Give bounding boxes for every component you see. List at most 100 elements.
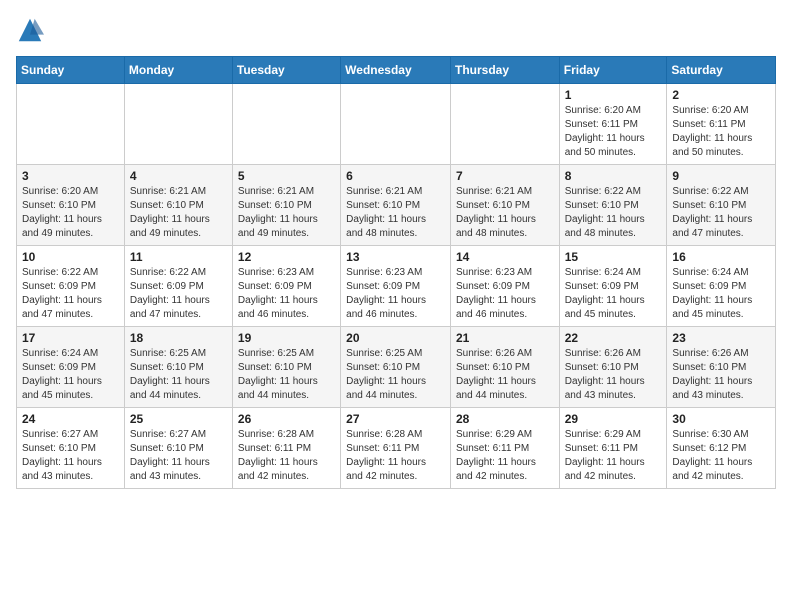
day-info: Sunrise: 6:22 AM Sunset: 6:10 PM Dayligh… bbox=[672, 185, 770, 241]
day-number: 19 bbox=[238, 331, 335, 345]
day-info: Sunrise: 6:29 AM Sunset: 6:11 PM Dayligh… bbox=[456, 428, 554, 484]
calendar-cell: 3Sunrise: 6:20 AM Sunset: 6:10 PM Daylig… bbox=[17, 165, 125, 246]
calendar-cell: 21 Sunrise: 6:26 AM Sunset: 6:10 PM Dayli… bbox=[450, 327, 559, 408]
calendar-cell bbox=[17, 84, 125, 165]
calendar-cell: 23 Sunrise: 6:26 AM Sunset: 6:10 PM Dayli… bbox=[667, 327, 776, 408]
calendar-cell: 4 Sunrise: 6:21 AM Sunset: 6:10 PM Daylig… bbox=[124, 165, 232, 246]
day-info: Sunrise: 6:25 AM Sunset: 6:10 PM Dayligh… bbox=[238, 347, 335, 403]
day-number: 28 bbox=[456, 412, 554, 426]
day-number: 10 bbox=[22, 250, 119, 264]
day-number: 21 bbox=[456, 331, 554, 345]
day-number: 20 bbox=[346, 331, 445, 345]
day-number: 2 bbox=[672, 88, 770, 102]
day-info: Sunrise: 6:24 AM Sunset: 6:09 PM Dayligh… bbox=[565, 266, 662, 322]
calendar-cell bbox=[341, 84, 451, 165]
day-info: Sunrise: 6:23 AM Sunset: 6:09 PM Dayligh… bbox=[238, 266, 335, 322]
day-info: Sunrise: 6:26 AM Sunset: 6:10 PM Dayligh… bbox=[565, 347, 662, 403]
calendar-cell: 12Sunrise: 6:23 AM Sunset: 6:09 PM Dayli… bbox=[232, 246, 340, 327]
day-info: Sunrise: 6:24 AM Sunset: 6:09 PM Dayligh… bbox=[672, 266, 770, 322]
day-info: Sunrise: 6:29 AM Sunset: 6:11 PM Dayligh… bbox=[565, 428, 662, 484]
calendar-cell: 29 Sunrise: 6:29 AM Sunset: 6:11 PM Dayli… bbox=[559, 408, 667, 489]
day-info: Sunrise: 6:20 AM Sunset: 6:11 PM Dayligh… bbox=[672, 104, 770, 160]
day-info: Sunrise: 6:26 AM Sunset: 6:10 PM Dayligh… bbox=[456, 347, 554, 403]
day-number: 11 bbox=[130, 250, 227, 264]
day-info: Sunrise: 6:21 AM Sunset: 6:10 PM Dayligh… bbox=[456, 185, 554, 241]
calendar-week-row: 24 Sunrise: 6:27 AM Sunset: 6:10 PM Dayli… bbox=[17, 408, 776, 489]
day-info: Sunrise: 6:21 AM Sunset: 6:10 PM Dayligh… bbox=[130, 185, 227, 241]
day-info: Sunrise: 6:26 AM Sunset: 6:10 PM Dayligh… bbox=[672, 347, 770, 403]
calendar-cell bbox=[232, 84, 340, 165]
calendar-cell: 11 Sunrise: 6:22 AM Sunset: 6:09 PM Dayli… bbox=[124, 246, 232, 327]
day-number: 17 bbox=[22, 331, 119, 345]
day-info: Sunrise: 6:20 AM Sunset: 6:10 PM Dayligh… bbox=[22, 185, 119, 241]
day-info: Sunrise: 6:22 AM Sunset: 6:09 PM Dayligh… bbox=[130, 266, 227, 322]
day-number: 23 bbox=[672, 331, 770, 345]
day-info: Sunrise: 6:28 AM Sunset: 6:11 PM Dayligh… bbox=[238, 428, 335, 484]
day-info: Sunrise: 6:22 AM Sunset: 6:10 PM Dayligh… bbox=[565, 185, 662, 241]
calendar-cell: 22 Sunrise: 6:26 AM Sunset: 6:10 PM Dayli… bbox=[559, 327, 667, 408]
day-number: 30 bbox=[672, 412, 770, 426]
day-number: 6 bbox=[346, 169, 445, 183]
calendar-day-header: Saturday bbox=[667, 57, 776, 84]
calendar-week-row: 3Sunrise: 6:20 AM Sunset: 6:10 PM Daylig… bbox=[17, 165, 776, 246]
calendar-cell: 17 Sunrise: 6:24 AM Sunset: 6:09 PM Dayli… bbox=[17, 327, 125, 408]
day-info: Sunrise: 6:27 AM Sunset: 6:10 PM Dayligh… bbox=[130, 428, 227, 484]
calendar-cell: 25 Sunrise: 6:27 AM Sunset: 6:10 PM Dayli… bbox=[124, 408, 232, 489]
calendar-cell: 15 Sunrise: 6:24 AM Sunset: 6:09 PM Dayli… bbox=[559, 246, 667, 327]
day-info: Sunrise: 6:23 AM Sunset: 6:09 PM Dayligh… bbox=[456, 266, 554, 322]
day-number: 4 bbox=[130, 169, 227, 183]
calendar-week-row: 17 Sunrise: 6:24 AM Sunset: 6:09 PM Dayli… bbox=[17, 327, 776, 408]
calendar-cell: 1 Sunrise: 6:20 AM Sunset: 6:11 PM Daylig… bbox=[559, 84, 667, 165]
calendar-cell: 27 Sunrise: 6:28 AM Sunset: 6:11 PM Dayli… bbox=[341, 408, 451, 489]
calendar-cell: 16 Sunrise: 6:24 AM Sunset: 6:09 PM Dayli… bbox=[667, 246, 776, 327]
day-number: 16 bbox=[672, 250, 770, 264]
day-info: Sunrise: 6:22 AM Sunset: 6:09 PM Dayligh… bbox=[22, 266, 119, 322]
day-number: 8 bbox=[565, 169, 662, 183]
day-info: Sunrise: 6:21 AM Sunset: 6:10 PM Dayligh… bbox=[238, 185, 335, 241]
calendar-body: 1 Sunrise: 6:20 AM Sunset: 6:11 PM Daylig… bbox=[17, 84, 776, 489]
calendar: SundayMondayTuesdayWednesdayThursdayFrid… bbox=[16, 56, 776, 489]
calendar-week-row: 10 Sunrise: 6:22 AM Sunset: 6:09 PM Dayli… bbox=[17, 246, 776, 327]
calendar-day-header: Tuesday bbox=[232, 57, 340, 84]
calendar-cell: 5 Sunrise: 6:21 AM Sunset: 6:10 PM Daylig… bbox=[232, 165, 340, 246]
day-number: 22 bbox=[565, 331, 662, 345]
calendar-cell: 2 Sunrise: 6:20 AM Sunset: 6:11 PM Daylig… bbox=[667, 84, 776, 165]
day-info: Sunrise: 6:20 AM Sunset: 6:11 PM Dayligh… bbox=[565, 104, 662, 160]
logo-icon bbox=[16, 16, 44, 44]
day-number: 29 bbox=[565, 412, 662, 426]
calendar-cell: 8 Sunrise: 6:22 AM Sunset: 6:10 PM Daylig… bbox=[559, 165, 667, 246]
day-number: 5 bbox=[238, 169, 335, 183]
day-number: 27 bbox=[346, 412, 445, 426]
day-info: Sunrise: 6:25 AM Sunset: 6:10 PM Dayligh… bbox=[130, 347, 227, 403]
calendar-cell: 19 Sunrise: 6:25 AM Sunset: 6:10 PM Dayli… bbox=[232, 327, 340, 408]
day-info: Sunrise: 6:21 AM Sunset: 6:10 PM Dayligh… bbox=[346, 185, 445, 241]
day-number: 15 bbox=[565, 250, 662, 264]
calendar-day-header: Wednesday bbox=[341, 57, 451, 84]
day-info: Sunrise: 6:27 AM Sunset: 6:10 PM Dayligh… bbox=[22, 428, 119, 484]
calendar-cell: 24 Sunrise: 6:27 AM Sunset: 6:10 PM Dayli… bbox=[17, 408, 125, 489]
calendar-cell: 26 Sunrise: 6:28 AM Sunset: 6:11 PM Dayli… bbox=[232, 408, 340, 489]
day-number: 24 bbox=[22, 412, 119, 426]
calendar-day-header: Friday bbox=[559, 57, 667, 84]
day-number: 26 bbox=[238, 412, 335, 426]
calendar-cell bbox=[124, 84, 232, 165]
calendar-cell: 13Sunrise: 6:23 AM Sunset: 6:09 PM Dayli… bbox=[341, 246, 451, 327]
day-info: Sunrise: 6:28 AM Sunset: 6:11 PM Dayligh… bbox=[346, 428, 445, 484]
calendar-cell bbox=[450, 84, 559, 165]
calendar-cell: 10 Sunrise: 6:22 AM Sunset: 6:09 PM Dayli… bbox=[17, 246, 125, 327]
calendar-day-header: Sunday bbox=[17, 57, 125, 84]
calendar-cell: 28 Sunrise: 6:29 AM Sunset: 6:11 PM Dayli… bbox=[450, 408, 559, 489]
day-info: Sunrise: 6:25 AM Sunset: 6:10 PM Dayligh… bbox=[346, 347, 445, 403]
calendar-day-header: Thursday bbox=[450, 57, 559, 84]
day-number: 25 bbox=[130, 412, 227, 426]
calendar-cell: 18Sunrise: 6:25 AM Sunset: 6:10 PM Dayli… bbox=[124, 327, 232, 408]
calendar-cell: 9 Sunrise: 6:22 AM Sunset: 6:10 PM Daylig… bbox=[667, 165, 776, 246]
calendar-week-row: 1 Sunrise: 6:20 AM Sunset: 6:11 PM Daylig… bbox=[17, 84, 776, 165]
day-info: Sunrise: 6:30 AM Sunset: 6:12 PM Dayligh… bbox=[672, 428, 770, 484]
calendar-cell: 20 Sunrise: 6:25 AM Sunset: 6:10 PM Dayli… bbox=[341, 327, 451, 408]
day-number: 14 bbox=[456, 250, 554, 264]
day-number: 9 bbox=[672, 169, 770, 183]
day-info: Sunrise: 6:24 AM Sunset: 6:09 PM Dayligh… bbox=[22, 347, 119, 403]
day-info: Sunrise: 6:23 AM Sunset: 6:09 PM Dayligh… bbox=[346, 266, 445, 322]
day-number: 1 bbox=[565, 88, 662, 102]
